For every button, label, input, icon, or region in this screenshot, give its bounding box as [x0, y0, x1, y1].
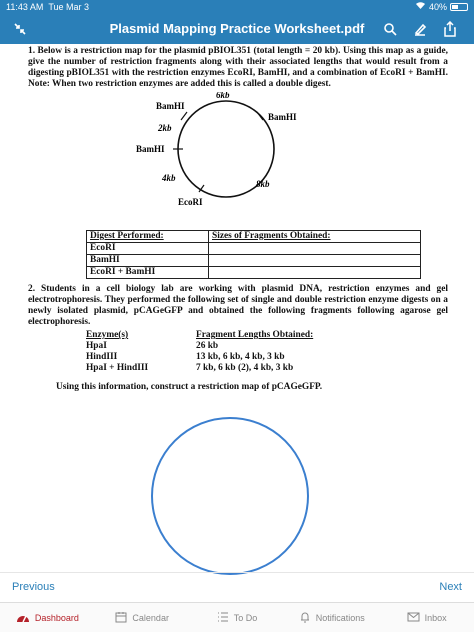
search-icon[interactable]: [380, 19, 400, 39]
battery-icon: [450, 2, 468, 11]
bell-icon: [299, 611, 311, 625]
map-label-4kb: 4kb: [161, 173, 176, 183]
table-cell[interactable]: [208, 254, 421, 267]
status-right: 40%: [415, 1, 468, 12]
tab-label: To Do: [233, 612, 258, 623]
question-2-prompt: Using this information, construct a rest…: [56, 382, 323, 392]
annotate-pen-icon[interactable]: [410, 19, 430, 39]
tab-label: Dashboard: [34, 612, 79, 623]
table-header-cell: Digest Performed:: [86, 230, 209, 243]
table-cell[interactable]: [208, 242, 421, 255]
tab-label: Notifications: [315, 612, 365, 623]
next-button[interactable]: Next: [439, 581, 462, 593]
question-2-text: 2. Students in a cell biology lab are wo…: [28, 284, 448, 327]
top-bar: 11:43 AM Tue Mar 3 40% Plasmid Mapping P…: [0, 0, 474, 44]
tab-dashboard[interactable]: Dashboard: [0, 603, 95, 632]
document-title: Plasmid Mapping Practice Worksheet.pdf: [109, 21, 365, 36]
tab-label: Inbox: [424, 612, 447, 623]
status-time: 11:43 AM Tue Mar 3: [6, 2, 90, 12]
fragment-lengths: 26 kb: [196, 341, 219, 351]
map-label-bamhi-top-right: BamHI: [268, 112, 297, 122]
enzyme-name: HindIII: [86, 352, 118, 362]
list-item: HpaI + HindIII 7 kb, 6 kb (2), 4 kb, 3 k…: [86, 363, 313, 374]
restriction-map-diagram: 6kb BamHI BamHI 2kb BamHI 4kb 8kb EcoRI: [136, 92, 297, 207]
todo-icon: [217, 611, 229, 625]
map-label-bamhi-left: BamHI: [136, 144, 165, 154]
fragment-header: Fragment Lengths Obtained:: [196, 330, 314, 340]
table-cell: BamHI: [86, 254, 209, 267]
bamhi-site-1: [180, 111, 188, 121]
table-header-cell: Sizes of Fragments Obtained:: [208, 230, 421, 243]
tab-bar: Dashboard Calendar To Do Notifications I…: [0, 602, 474, 632]
tab-notifications[interactable]: Notifications: [284, 603, 379, 632]
list-item: HindIII 13 kb, 6 kb, 4 kb, 3 kb: [86, 352, 313, 363]
question-1-text: 1. Below is a restriction map for the pl…: [28, 46, 448, 89]
bamhi-site-2: [256, 111, 264, 121]
enzyme-name: HpaI: [86, 341, 107, 351]
tab-calendar[interactable]: Calendar: [95, 603, 190, 632]
table-row: BamHI: [86, 254, 421, 267]
map-label-6kb: 6kb: [216, 92, 230, 100]
fragment-lengths: 7 kb, 6 kb (2), 4 kb, 3 kb: [196, 363, 294, 373]
table-header-row: Digest Performed: Sizes of Fragments Obt…: [86, 230, 421, 243]
tab-inbox[interactable]: Inbox: [379, 603, 474, 632]
tab-label: Calendar: [132, 612, 169, 623]
map-label-bamhi-top-left: BamHI: [156, 101, 185, 111]
inbox-icon: [407, 612, 420, 624]
share-icon[interactable]: [440, 19, 460, 39]
table-row: EcoRI: [86, 242, 421, 255]
table-cell[interactable]: [208, 266, 421, 279]
map-label-8kb: 8kb: [256, 179, 270, 189]
battery-percent: 40%: [428, 1, 447, 12]
answer-circle-drawing[interactable]: [148, 414, 312, 578]
dashboard-icon: [16, 611, 30, 625]
tab-to-do[interactable]: To Do: [190, 603, 285, 632]
calendar-icon: [115, 611, 127, 625]
enzyme-header: Enzyme(s): [86, 330, 129, 340]
map-label-ecori: EcoRI: [178, 197, 203, 207]
enzyme-header-row: Enzyme(s) Fragment Lengths Obtained:: [86, 330, 313, 341]
table-row: EcoRI + BamHI: [86, 266, 421, 279]
nav-bar: Plasmid Mapping Practice Worksheet.pdf: [0, 14, 474, 44]
enzyme-results: Enzyme(s) Fragment Lengths Obtained: Hpa…: [86, 330, 313, 374]
drawn-circle: [151, 417, 309, 575]
wifi-icon: [415, 1, 426, 12]
previous-button[interactable]: Previous: [12, 581, 55, 593]
fragment-lengths: 13 kb, 6 kb, 4 kb, 3 kb: [196, 352, 285, 362]
pager: Previous Next: [0, 572, 474, 602]
table-cell: EcoRI + BamHI: [86, 266, 209, 279]
fragments-table: Digest Performed: Sizes of Fragments Obt…: [86, 230, 421, 279]
pdf-page[interactable]: 1. Below is a restriction map for the pl…: [0, 44, 474, 575]
map-label-2kb: 2kb: [157, 123, 172, 133]
table-cell: EcoRI: [86, 242, 209, 255]
status-bar: 11:43 AM Tue Mar 3 40%: [0, 0, 474, 14]
enzyme-name: HpaI + HindIII: [86, 363, 149, 373]
list-item: HpaI 26 kb: [86, 341, 313, 352]
